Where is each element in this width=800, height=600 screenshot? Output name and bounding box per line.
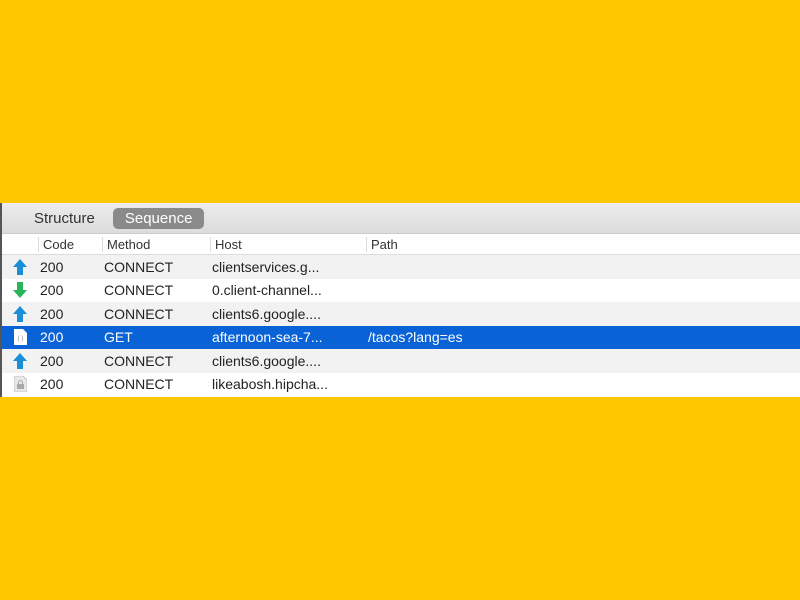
host-cell: clients6.google.... bbox=[212, 352, 321, 369]
host-cell: likeabosh.hipcha... bbox=[212, 376, 328, 393]
download-arrow-icon bbox=[2, 282, 38, 299]
host-cell: 0.client-channel... bbox=[212, 282, 322, 299]
table-row[interactable]: 200 CONNECT clientservices.g... bbox=[2, 255, 800, 279]
request-list-panel: Structure Sequence Code Method Host Path… bbox=[0, 203, 800, 397]
method-cell: CONNECT bbox=[104, 376, 174, 393]
upload-arrow-icon bbox=[2, 352, 38, 369]
path-cell: /tacos?lang=es bbox=[368, 329, 463, 346]
json-file-icon: { } bbox=[2, 329, 38, 346]
code-cell: 200 bbox=[40, 258, 64, 275]
column-header-method[interactable]: Method bbox=[102, 236, 210, 252]
tab-structure[interactable]: Structure bbox=[22, 208, 107, 229]
table-row-selected[interactable]: { } 200 GET afternoon-sea-7... /tacos?la… bbox=[2, 325, 800, 349]
column-header-path[interactable]: Path bbox=[366, 236, 800, 252]
table-body: 200 CONNECT clientservices.g... 200 CONN… bbox=[2, 255, 800, 396]
method-cell: CONNECT bbox=[104, 305, 174, 322]
method-cell: GET bbox=[104, 329, 133, 346]
table-row[interactable]: 200 CONNECT likeabosh.hipcha... bbox=[2, 372, 800, 396]
upload-arrow-icon bbox=[2, 258, 38, 275]
view-tabbar: Structure Sequence bbox=[2, 203, 800, 234]
lock-file-icon bbox=[2, 376, 38, 393]
table-header: Code Method Host Path bbox=[2, 234, 800, 255]
tab-sequence[interactable]: Sequence bbox=[112, 207, 205, 229]
table-row[interactable]: 200 CONNECT clients6.google.... bbox=[2, 302, 800, 326]
host-cell: clientservices.g... bbox=[212, 258, 320, 275]
code-cell: 200 bbox=[40, 282, 64, 299]
upload-arrow-icon bbox=[2, 305, 38, 322]
host-cell: afternoon-sea-7... bbox=[212, 329, 323, 346]
method-cell: CONNECT bbox=[104, 258, 174, 275]
code-cell: 200 bbox=[40, 305, 64, 322]
method-cell: CONNECT bbox=[104, 352, 174, 369]
code-cell: 200 bbox=[40, 376, 64, 393]
host-cell: clients6.google.... bbox=[212, 305, 321, 322]
svg-text:{ }: { } bbox=[17, 336, 23, 342]
method-cell: CONNECT bbox=[104, 282, 174, 299]
code-cell: 200 bbox=[40, 329, 64, 346]
code-cell: 200 bbox=[40, 352, 64, 369]
table-row[interactable]: 200 CONNECT 0.client-channel... bbox=[2, 278, 800, 302]
table-row[interactable]: 200 CONNECT clients6.google.... bbox=[2, 349, 800, 373]
column-header-host[interactable]: Host bbox=[210, 236, 366, 252]
column-header-code[interactable]: Code bbox=[38, 236, 102, 252]
